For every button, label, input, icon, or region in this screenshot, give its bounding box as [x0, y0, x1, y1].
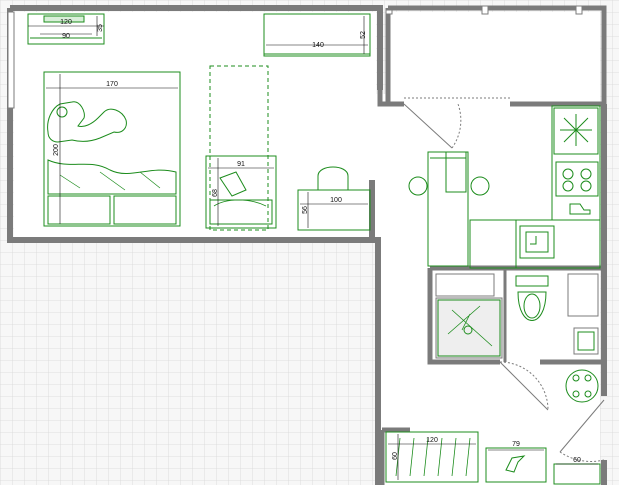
armchair-width-label: 91	[237, 161, 245, 168]
desk-depth-label: 56	[302, 206, 309, 214]
floor-plan: 120 90 35 140 52 170 200 91 68 100 56 12…	[0, 0, 619, 485]
wardrobe-width-label: 140	[312, 42, 324, 49]
top-unit-sub-width-label: 90	[62, 33, 70, 40]
hall-bench-width-label: 79	[512, 441, 520, 448]
hall-cabinet-width-label: 120	[426, 437, 438, 444]
shower-cabin	[435, 297, 503, 359]
hall-cabinet-depth-label: 60	[392, 452, 399, 460]
desk-width-label: 100	[330, 197, 342, 204]
wardrobe-depth-label: 52	[360, 31, 367, 39]
top-unit-depth-label: 35	[97, 24, 104, 32]
top-unit-width-label: 120	[60, 19, 72, 26]
bed-width-label: 170	[106, 81, 118, 88]
shoe-rack-width-label: 60	[573, 457, 581, 464]
floor-plan-canvas: 120 90 35 140 52 170 200 91 68 100 56 12…	[0, 0, 619, 485]
watermark: ЦИАН	[446, 392, 510, 417]
bed-length-label: 200	[53, 144, 60, 156]
armchair-depth-label: 68	[212, 189, 219, 197]
